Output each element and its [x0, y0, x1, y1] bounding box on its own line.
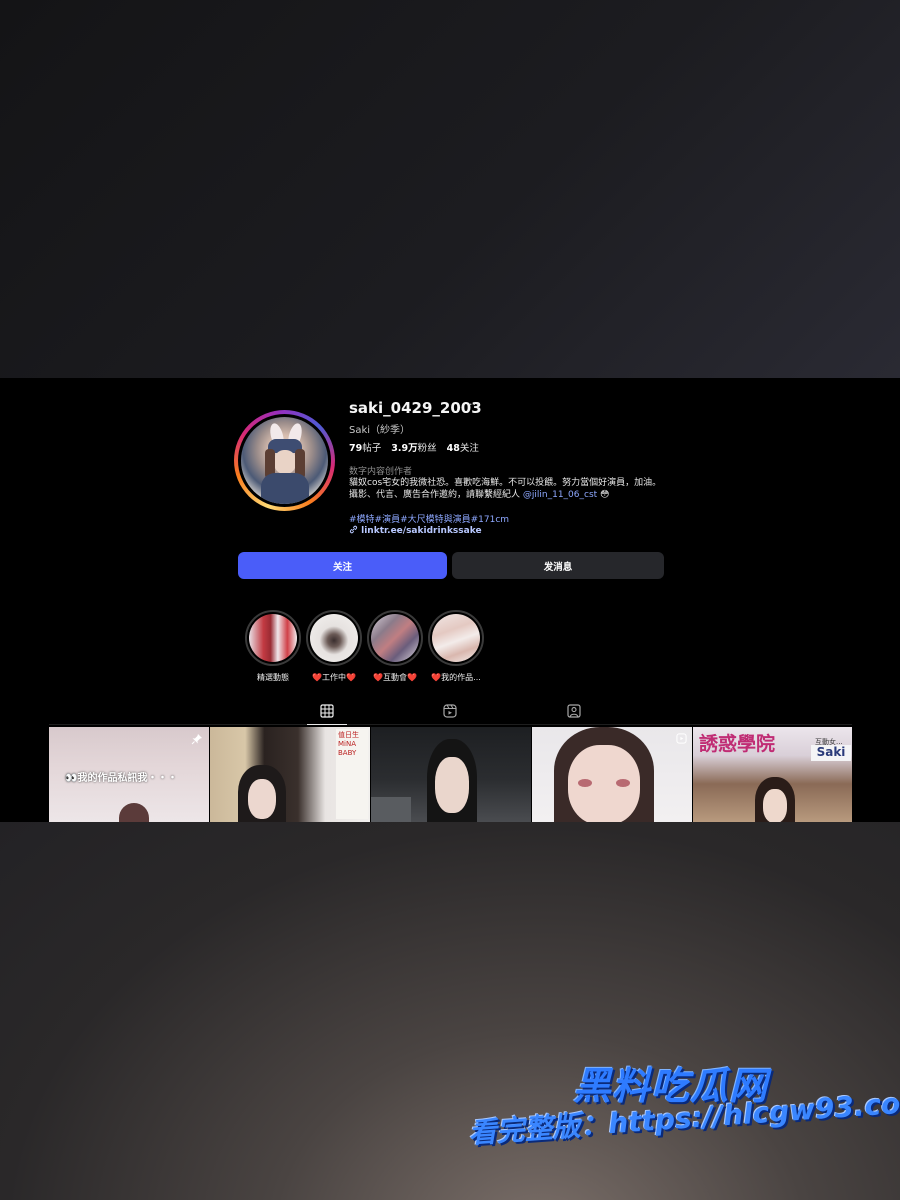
follow-button[interactable]: 关注	[238, 552, 447, 579]
highlight-label: 工作中	[322, 673, 346, 682]
active-tab-indicator	[307, 724, 347, 725]
post-sign-text: 值日生 MiNA BABY	[336, 729, 368, 819]
profile-link[interactable]: linktr.ee/sakidrinkssake	[349, 525, 482, 536]
highlight-label: 精選動態	[257, 673, 289, 682]
post-name-text: Saki	[811, 745, 851, 761]
reels-icon	[676, 733, 687, 744]
more-options-icon[interactable]: ···	[469, 398, 480, 411]
profile-avatar[interactable]	[234, 410, 335, 511]
highlight-label: 我的作品...	[441, 673, 481, 682]
bio-mention-link[interactable]: @jilin_11_06_cst	[523, 490, 597, 500]
bio-line: 貓奴cos宅女的我微社恐。喜歡吃海鮮。不可以投餵。努力當個好演員，加油。	[349, 478, 662, 488]
highlight-cover	[371, 614, 419, 662]
story-highlight[interactable]: ❤️工作中❤️	[303, 610, 365, 683]
story-highlight[interactable]: 精選動態	[242, 610, 304, 683]
post-thumbnail[interactable]: 值日生 MiNA BABY	[210, 727, 370, 822]
post-thumbnail[interactable]	[532, 727, 692, 822]
highlight-cover	[310, 614, 358, 662]
bio-emoji: 😳	[600, 490, 610, 500]
tabs-divider	[49, 724, 852, 725]
tagged-icon[interactable]	[567, 704, 581, 718]
photo-background-bottom	[0, 822, 900, 1200]
profile-full-name: Saki（紗季）	[349, 425, 411, 436]
highlight-cover	[432, 614, 480, 662]
profile-username: saki_0429_2003	[349, 399, 482, 417]
post-thumbnail[interactable]: 誘惑學院 互動女... Saki	[693, 727, 852, 822]
profile-stats: 79帖子 3.9万粉丝 48关注	[349, 440, 479, 454]
profile-link-text: linktr.ee/sakidrinkssake	[361, 526, 482, 536]
message-button[interactable]: 发消息	[452, 552, 664, 579]
following-stat[interactable]: 48关注	[447, 440, 479, 454]
pin-icon	[191, 734, 202, 745]
link-icon	[349, 525, 358, 534]
post-caption: 👀我的作品私訊我・・・	[65, 773, 178, 784]
followers-stat[interactable]: 3.9万粉丝	[391, 440, 436, 454]
post-thumbnail[interactable]: 👀我的作品私訊我・・・	[49, 727, 209, 822]
bio-hashtags[interactable]: #模特#演員#大尺模特與演員#171cm	[349, 512, 509, 525]
profile-category: 数字内容创作者	[349, 467, 413, 477]
post-title-text: 誘惑學院	[699, 733, 776, 755]
profile-bio: 貓奴cos宅女的我微社恐。喜歡吃海鮮。不可以投餵。努力當個好演員，加油。 攝影、…	[349, 477, 667, 501]
posts-stat[interactable]: 79帖子	[349, 440, 381, 454]
reels-icon[interactable]	[443, 704, 457, 718]
post-thumbnail[interactable]	[371, 727, 531, 822]
bio-line: 攝影、代言、廣告合作邀約，請聯繫經紀人	[349, 490, 521, 500]
photo-background-top	[0, 0, 900, 378]
highlight-cover	[249, 614, 297, 662]
avatar-photo	[241, 417, 328, 504]
story-highlight[interactable]: ❤️互動會❤️	[364, 610, 426, 683]
story-highlight[interactable]: ❤️我的作品...	[425, 610, 487, 683]
grid-icon[interactable]	[320, 704, 334, 718]
profile-screen: saki_0429_2003 ··· Saki（紗季） 79帖子 3.9万粉丝 …	[0, 378, 900, 822]
highlight-label: 互動會	[383, 673, 407, 682]
